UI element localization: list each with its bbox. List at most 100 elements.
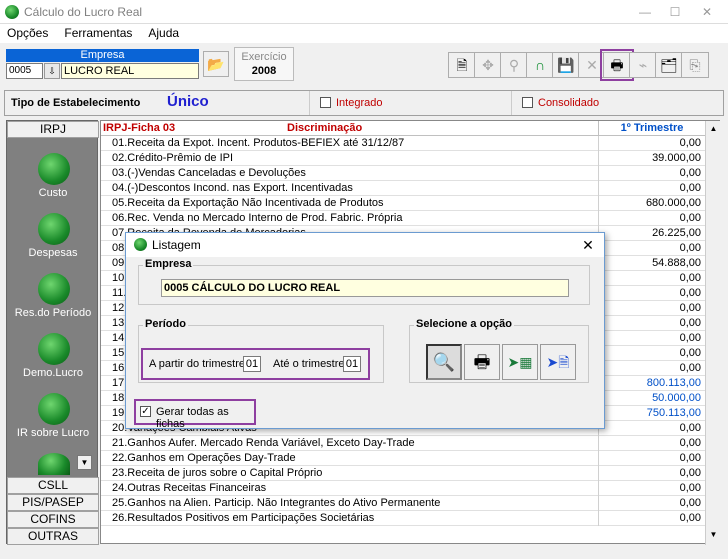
gerar-fichas-label: Gerar todas as fichas	[156, 406, 229, 430]
excel-button[interactable]: ➤▦	[502, 344, 538, 380]
gerar-fichas-checkbox[interactable]: ✓	[140, 406, 151, 417]
row-value[interactable]: 26.225,00	[598, 226, 705, 241]
export-icon[interactable]: ⎘	[681, 52, 709, 78]
tab-cofins[interactable]: COFINS	[7, 511, 99, 528]
menu-ajuda[interactable]: Ajuda	[148, 24, 179, 43]
demo-lucro-label[interactable]: Demo.Lucro	[7, 367, 99, 379]
recalc-icon[interactable]: ✥	[474, 52, 502, 78]
printer-button[interactable]: 🖶	[464, 344, 500, 380]
table-row[interactable]: 04.(-)Descontos Incond. nas Export. Ince…	[101, 181, 705, 196]
tab-outras[interactable]: OUTRAS	[7, 528, 99, 545]
row-label: 01.Receita da Expot. Incent. Produtos-BE…	[112, 137, 405, 149]
de-trimestre-input[interactable]: 01	[243, 356, 261, 372]
menu-ferramentas[interactable]: Ferramentas	[64, 24, 132, 43]
table-row[interactable]: 23.Receita de juros sobre o Capital Próp…	[101, 466, 705, 481]
row-label: 06.Rec. Venda no Mercado Interno de Prod…	[112, 212, 403, 224]
table-row[interactable]: 22.Ganhos em Operações Day-Trade 0,00	[101, 451, 705, 466]
scroll-up-icon[interactable]: ▲	[706, 121, 721, 137]
search-person-icon[interactable]: ⚲	[500, 52, 528, 78]
ir-lucro-icon[interactable]	[38, 393, 70, 425]
menu-opcoes[interactable]: Opções	[7, 24, 48, 43]
more-icon[interactable]	[38, 453, 70, 475]
minimize-button[interactable]: —	[630, 0, 660, 24]
table-row[interactable]: 02.Crédito-Prêmio de IPI 39.000,00	[101, 151, 705, 166]
open-folder-button[interactable]: 📂	[203, 51, 229, 77]
custo-label[interactable]: Custo	[7, 187, 99, 199]
row-value[interactable]: 0,00	[598, 271, 705, 286]
demo-lucro-icon[interactable]	[38, 333, 70, 365]
document-export-button[interactable]: ➤🗎	[540, 344, 576, 380]
empresa-name-field[interactable]: LUCRO REAL	[61, 63, 199, 79]
grid-header: IRPJ-Ficha 03 Discriminação 1º Trimestre	[101, 121, 705, 136]
grid-scrollbar[interactable]: ▲ ▼	[705, 121, 721, 545]
row-value[interactable]: 54.888,00	[598, 256, 705, 271]
row-value[interactable]: 0,00	[598, 361, 705, 376]
res-periodo-label[interactable]: Res.do Período	[7, 307, 99, 319]
row-value[interactable]: 750.113,00	[598, 406, 705, 421]
row-value[interactable]: 0,00	[598, 451, 705, 466]
document-icon[interactable]: 🗎	[448, 52, 476, 78]
table-row[interactable]: 21.Ganhos Aufer. Mercado Renda Variável,…	[101, 436, 705, 451]
estab-label: Tipo de Estabelecimento	[11, 97, 141, 109]
maximize-button[interactable]: ☐	[660, 0, 690, 24]
row-value[interactable]: 0,00	[598, 421, 705, 436]
estab-value: Único	[167, 93, 209, 110]
row-value[interactable]: 0,00	[598, 166, 705, 181]
table-row[interactable]: 01.Receita da Expot. Incent. Produtos-BE…	[101, 136, 705, 151]
scroll-down-icon[interactable]: ▼	[706, 527, 721, 543]
consolidado-box: Consolidado	[511, 91, 723, 115]
dialog-title: Listagem	[152, 238, 201, 252]
table-row[interactable]: 26.Resultados Positivos em Participações…	[101, 511, 705, 526]
tab-pis-pasep[interactable]: PIS/PASEP	[7, 494, 99, 511]
tab-csll[interactable]: CSLL	[7, 477, 99, 494]
ate-trimestre-input[interactable]: 01	[343, 356, 361, 372]
row-value[interactable]: 0,00	[598, 481, 705, 496]
cancel-icon[interactable]: ✕	[578, 52, 606, 78]
table-row[interactable]: 06.Rec. Venda no Mercado Interno de Prod…	[101, 211, 705, 226]
lock-icon[interactable]: ∩	[526, 52, 554, 78]
row-value[interactable]: 0,00	[598, 316, 705, 331]
link-icon[interactable]: ⌁	[629, 52, 657, 78]
despesas-label[interactable]: Despesas	[7, 247, 99, 259]
row-label: 02.Crédito-Prêmio de IPI	[112, 152, 234, 164]
tab-irpj[interactable]: IRPJ	[7, 121, 99, 138]
row-value[interactable]: 0,00	[598, 331, 705, 346]
copy-folders-icon[interactable]: 🗂	[655, 52, 683, 78]
col-trimestre-header[interactable]: 1º Trimestre	[598, 121, 705, 136]
row-value[interactable]: 0,00	[598, 136, 705, 151]
row-value[interactable]: 800.113,00	[598, 376, 705, 391]
ir-lucro-label[interactable]: IR sobre Lucro	[7, 427, 99, 439]
row-value[interactable]: 0,00	[598, 241, 705, 256]
row-value[interactable]: 0,00	[598, 496, 705, 511]
row-value[interactable]: 0,00	[598, 286, 705, 301]
row-value[interactable]: 0,00	[598, 181, 705, 196]
scroll-down-button[interactable]: ▼	[77, 455, 92, 470]
row-value[interactable]: 0,00	[598, 211, 705, 226]
gerar-fichas-box: ✓ Gerar todas as fichas	[134, 399, 256, 430]
row-value[interactable]: 680.000,00	[598, 196, 705, 211]
close-button[interactable]: ✕	[692, 0, 722, 24]
consolidado-checkbox[interactable]	[522, 97, 533, 108]
periodo-group-label: Período	[143, 318, 188, 330]
row-value[interactable]: 0,00	[598, 346, 705, 361]
row-value[interactable]: 39.000,00	[598, 151, 705, 166]
row-value[interactable]: 0,00	[598, 436, 705, 451]
row-value[interactable]: 0,00	[598, 301, 705, 316]
despesas-icon[interactable]	[38, 213, 70, 245]
row-value[interactable]: 0,00	[598, 466, 705, 481]
table-row[interactable]: 25.Ganhos na Alien. Particip. Não Integr…	[101, 496, 705, 511]
table-row[interactable]: 05.Receita da Exportação Não Incentivada…	[101, 196, 705, 211]
table-row[interactable]: 03.(-)Vendas Canceladas e Devoluções 0,00	[101, 166, 705, 181]
row-value[interactable]: 50.000,00	[598, 391, 705, 406]
preview-button[interactable]: 🔍	[426, 344, 462, 380]
empresa-spin-button[interactable]: ⇩	[44, 63, 60, 79]
row-value[interactable]: 0,00	[598, 511, 705, 526]
res-periodo-icon[interactable]	[38, 273, 70, 305]
dialog-close-button[interactable]: ✕	[578, 235, 598, 255]
save-icon[interactable]: 💾	[552, 52, 580, 78]
table-row[interactable]: 24.Outras Receitas Financeiras 0,00	[101, 481, 705, 496]
integrado-checkbox[interactable]	[320, 97, 331, 108]
empresa-code-field[interactable]: 0005	[6, 63, 43, 79]
print-icon[interactable]: 🖶	[600, 49, 634, 81]
custo-icon[interactable]	[38, 153, 70, 185]
